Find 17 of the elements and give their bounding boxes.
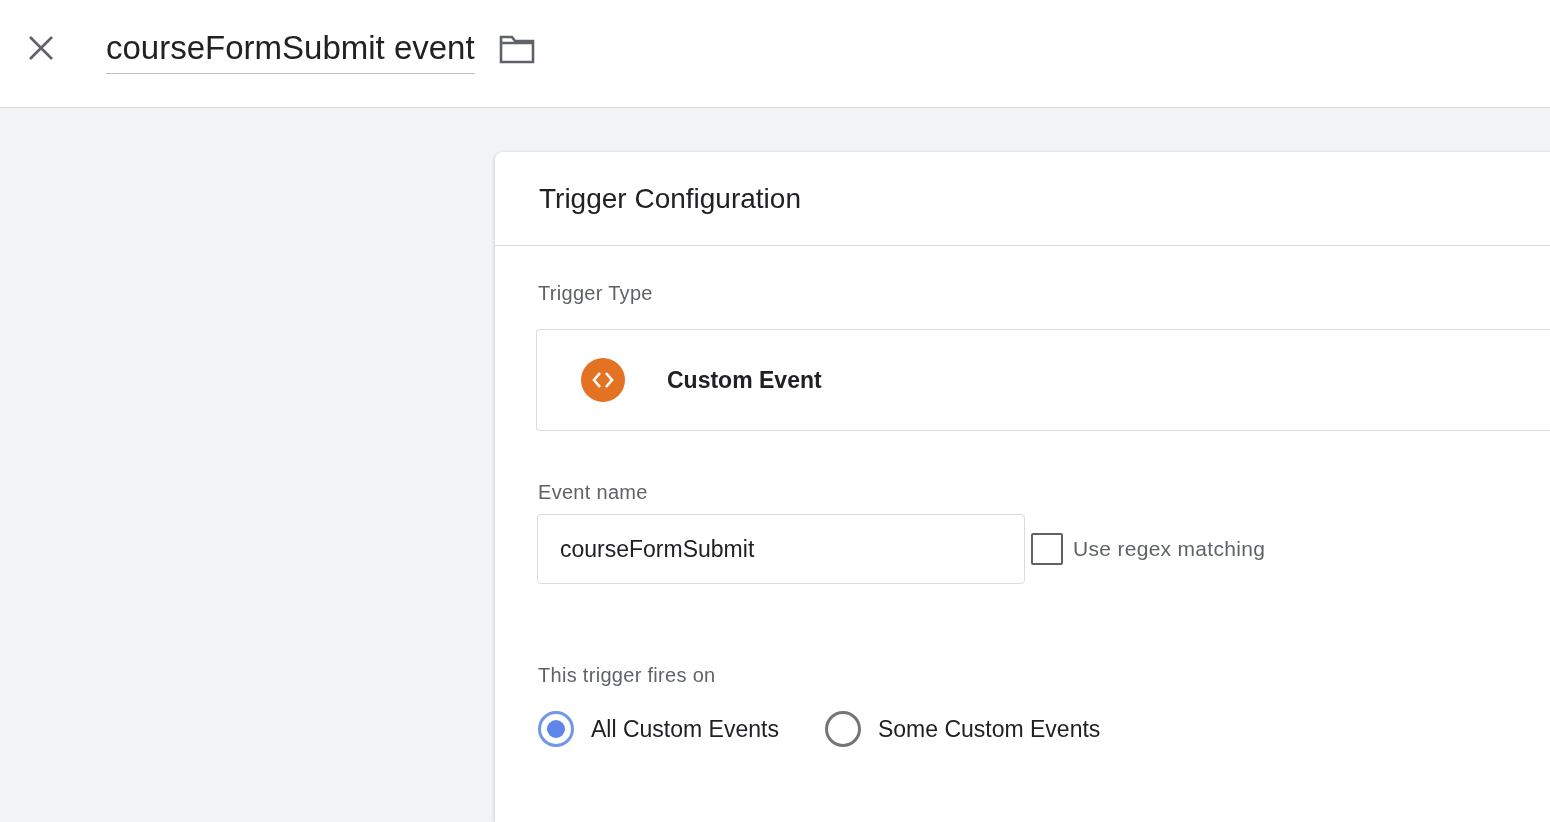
radio-button[interactable] [824,711,861,747]
trigger-type-name: Custom Event [667,366,822,394]
radio-option[interactable]: Some Custom Events [824,711,1101,747]
card-title: Trigger Configuration [495,152,1550,246]
trigger-name-field[interactable]: courseFormSubmit event [106,29,475,74]
event-name-field[interactable]: courseFormSubmit [537,514,1025,584]
regex-checkbox-label: Use regex matching [1073,537,1266,561]
trigger-type-selector[interactable]: Custom Event [536,329,1550,431]
regex-checkbox[interactable] [1031,533,1063,565]
close-icon [28,34,54,61]
trigger-type-label: Trigger Type [538,282,653,304]
radio-option[interactable]: All Custom Events [538,711,779,747]
radio-button[interactable] [538,711,574,747]
event-name-label: Event name [538,481,648,503]
code-brackets-icon [581,358,625,402]
folder-icon[interactable] [498,33,535,64]
fires-on-label: This trigger fires on [538,664,716,686]
